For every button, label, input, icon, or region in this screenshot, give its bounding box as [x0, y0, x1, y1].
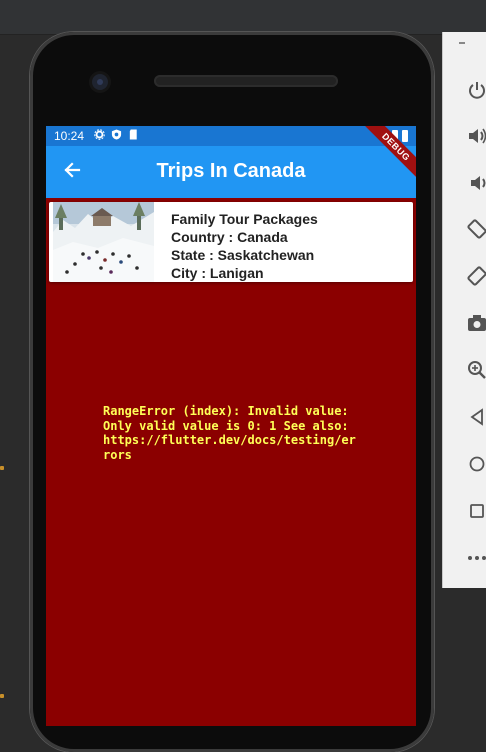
status-bar: 10:24 — [46, 126, 416, 146]
nav-back-button[interactable] — [463, 405, 486, 433]
home-icon — [466, 453, 486, 480]
zoom-button[interactable] — [463, 358, 486, 386]
trip-title: Family Tour Packages — [171, 211, 318, 227]
trip-city: City : Lanigan — [171, 265, 264, 281]
more-icon — [466, 547, 486, 574]
device-screen: 10:24 Trips In Canada DEBUG Family Tour … — [46, 126, 416, 726]
minimize-handle[interactable] — [459, 42, 465, 44]
power-button[interactable] — [463, 78, 486, 106]
trip-country: Country : Canada — [171, 229, 288, 245]
volume-down-icon — [466, 172, 486, 199]
overview-icon — [466, 500, 486, 527]
volume-up-button[interactable] — [463, 124, 486, 152]
rotate-left-icon — [466, 218, 486, 245]
nav-overview-button[interactable] — [463, 499, 486, 527]
volume-down-button[interactable] — [463, 171, 486, 199]
rotate-right-button[interactable] — [463, 264, 486, 292]
power-icon — [466, 79, 486, 106]
phone-frame: 10:24 Trips In Canada DEBUG Family Tour … — [30, 32, 434, 752]
shield-status-icon — [111, 129, 122, 143]
screenshot-button[interactable] — [463, 311, 486, 339]
camera-icon — [466, 312, 486, 339]
error-message: RangeError (index): Invalid value: Only … — [103, 404, 356, 462]
editor-marker — [0, 694, 4, 698]
volume-up-icon — [466, 125, 486, 152]
trip-thumbnail — [53, 202, 154, 282]
ide-top-toolbar — [0, 0, 486, 35]
editor-marker — [0, 466, 4, 470]
more-button[interactable] — [463, 546, 486, 574]
trip-card[interactable]: Family Tour Packages Country : Canada St… — [49, 202, 413, 282]
battery-status-icon — [402, 130, 408, 142]
trip-state: State : Saskatchewan — [171, 247, 315, 263]
speaker-grille — [154, 75, 338, 87]
rotate-right-icon — [466, 265, 486, 292]
sd-card-status-icon — [128, 129, 139, 143]
zoom-icon — [466, 359, 486, 386]
nav-home-button[interactable] — [463, 452, 486, 480]
rotate-left-button[interactable] — [463, 217, 486, 245]
status-time: 10:24 — [54, 129, 85, 143]
emulator-side-panel — [442, 32, 486, 588]
back-icon — [466, 406, 486, 433]
app-title: Trips In Canada — [156, 160, 306, 182]
app-bar: Trips In Canada — [46, 146, 416, 198]
front-camera — [92, 74, 108, 90]
settings-status-icon — [94, 129, 105, 143]
